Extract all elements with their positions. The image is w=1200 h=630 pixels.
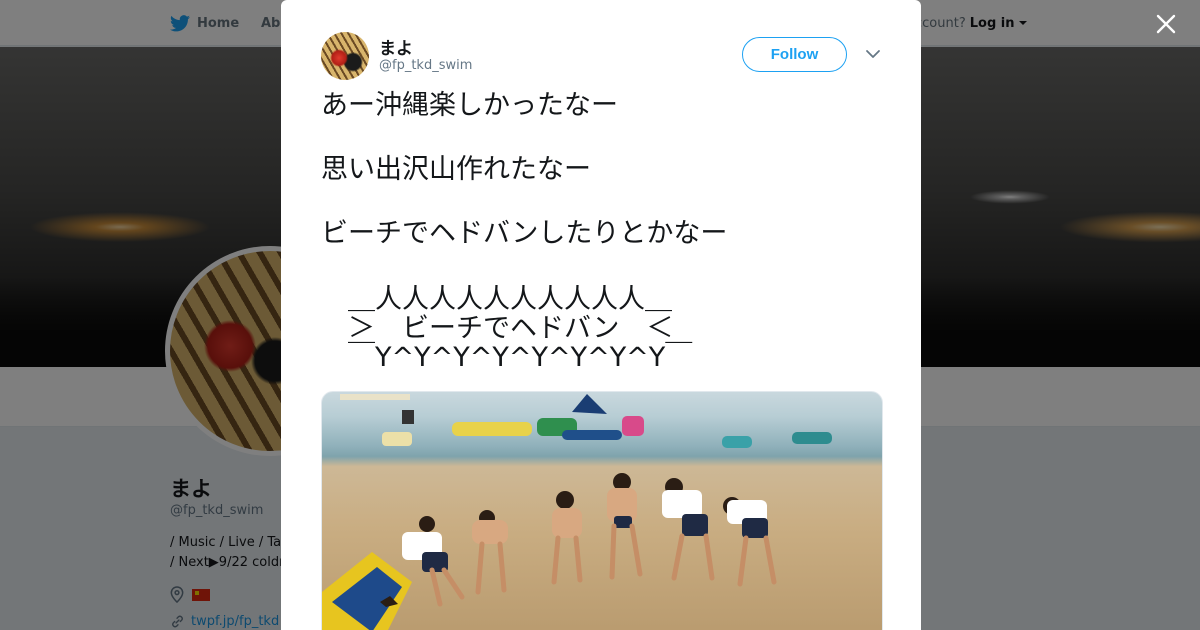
tweet-photo[interactable] bbox=[321, 391, 883, 630]
close-icon bbox=[1156, 14, 1176, 34]
tweet-text-line: あー沖縄楽しかったなー bbox=[321, 90, 618, 121]
ascii-art-line: ￣Y^Y^Y^Y^Y^Y^Y^Y￣ bbox=[321, 342, 693, 373]
tweet-text-line: 思い出沢山作れたなー bbox=[321, 154, 591, 185]
author-handle[interactable]: @fp_tkd_swim bbox=[379, 58, 472, 73]
follow-button[interactable]: Follow bbox=[742, 37, 847, 72]
close-button[interactable] bbox=[1154, 12, 1178, 36]
tweet-modal: まよ @fp_tkd_swim Follow あー沖縄楽しかったなー 思い出沢山… bbox=[281, 0, 921, 630]
beach-scene-illustration bbox=[322, 394, 832, 630]
ascii-art-line: ＿人人人人人人人人人人＿ bbox=[321, 284, 672, 315]
author-avatar[interactable] bbox=[321, 32, 369, 80]
chevron-down-icon[interactable] bbox=[865, 48, 881, 60]
author-name[interactable]: まよ bbox=[379, 34, 413, 59]
tweet-text: あー沖縄楽しかったなー 思い出沢山作れたなー ビーチでヘドバンしたりとかなー bbox=[321, 90, 881, 250]
tweet-text-line: ビーチでヘドバンしたりとかなー bbox=[321, 218, 728, 249]
ascii-art-line: ＞ ビーチでヘドバン ＜ bbox=[321, 313, 674, 344]
tweet-ascii-art: ＿人人人人人人人人人人＿ ＞ ビーチでヘドバン ＜ ￣Y^Y^Y^Y^Y^Y^Y… bbox=[321, 285, 692, 372]
